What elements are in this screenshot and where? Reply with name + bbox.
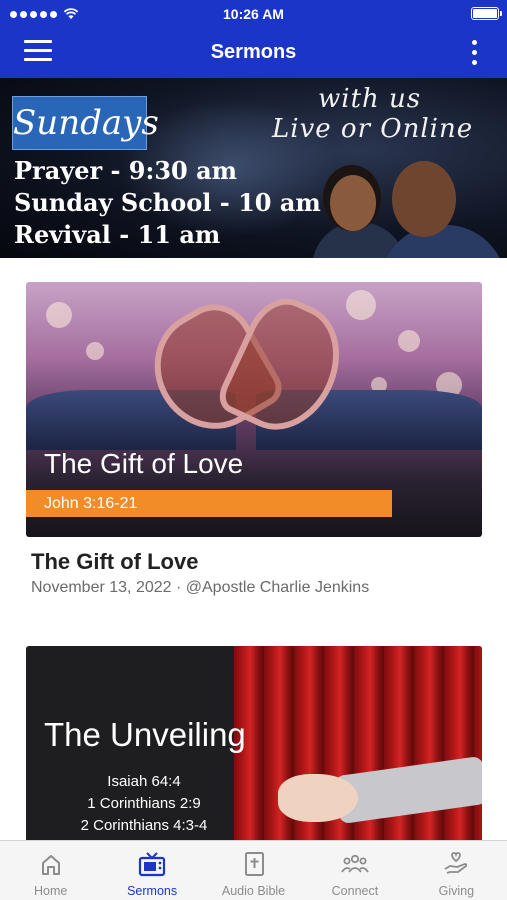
- schedule-prayer: Prayer - 9:30 am: [14, 156, 238, 185]
- tab-connect[interactable]: Connect: [304, 841, 405, 900]
- people-icon: [341, 854, 369, 873]
- tab-sermons[interactable]: Sermons: [101, 841, 202, 900]
- with-us-text: with us: [318, 84, 422, 114]
- live-or-online-text: Live or Online: [272, 114, 474, 144]
- status-time: 10:26 AM: [223, 6, 284, 22]
- schedule-revival: Revival - 11 am: [14, 220, 221, 249]
- sundays-badge: Sundays: [12, 96, 159, 150]
- tab-label: Audio Bible: [221, 884, 286, 898]
- hand-image: [278, 774, 358, 822]
- sermon-thumbnail[interactable]: The Unveiling Isaiah 64:4 1 Corinthians …: [26, 646, 482, 846]
- tab-home[interactable]: Home: [0, 841, 101, 900]
- nav-bar: Sermons: [0, 28, 507, 78]
- tv-icon: [139, 852, 166, 877]
- more-options-button[interactable]: [469, 40, 479, 68]
- scripture-reference: 1 Corinthians 2:9: [87, 795, 201, 812]
- service-times-banner[interactable]: Sundays with us Live or Online Prayer - …: [0, 78, 507, 258]
- sermon-title[interactable]: The Gift of Love: [31, 549, 482, 575]
- tab-audio-bible[interactable]: Audio Bible: [203, 841, 304, 900]
- hamburger-icon: [24, 40, 52, 43]
- thumbnail-title: The Gift of Love: [44, 448, 244, 479]
- giving-hand-icon: [444, 852, 468, 874]
- battery-icon: [471, 7, 502, 20]
- bible-icon: [244, 852, 264, 876]
- home-icon: [41, 855, 60, 875]
- status-bar: 10:26 AM: [0, 0, 507, 28]
- page-title: Sermons: [210, 41, 297, 63]
- tab-label: Sermons: [127, 884, 178, 898]
- tab-giving[interactable]: Giving: [406, 841, 507, 900]
- tab-label: Connect: [331, 884, 379, 898]
- sermon-card[interactable]: The Unveiling Isaiah 64:4 1 Corinthians …: [26, 646, 482, 846]
- sermon-card[interactable]: The Gift of Love John 3:16-21 The Gift o…: [26, 282, 482, 597]
- tab-bar: Home Sermons Audio Bible Connect Giving: [0, 840, 507, 900]
- menu-button[interactable]: [24, 40, 54, 66]
- scripture-reference: 2 Corinthians 4:3-4: [80, 817, 208, 834]
- tab-label: Home: [34, 884, 68, 898]
- schedule-sunday-school: Sunday School - 10 am: [14, 188, 321, 217]
- scripture-reference: Isaiah 64:4: [107, 773, 181, 790]
- thumbnail-title: The Unveiling: [44, 716, 246, 753]
- tab-label: Giving: [438, 884, 475, 898]
- sermon-thumbnail[interactable]: The Gift of Love John 3:16-21: [26, 282, 482, 537]
- more-vertical-icon: [471, 40, 477, 45]
- scripture-reference: John 3:16-21: [26, 490, 392, 517]
- sermon-meta: November 13, 2022 · @Apostle Charlie Jen…: [31, 579, 370, 596]
- sundays-label: Sundays: [13, 103, 159, 143]
